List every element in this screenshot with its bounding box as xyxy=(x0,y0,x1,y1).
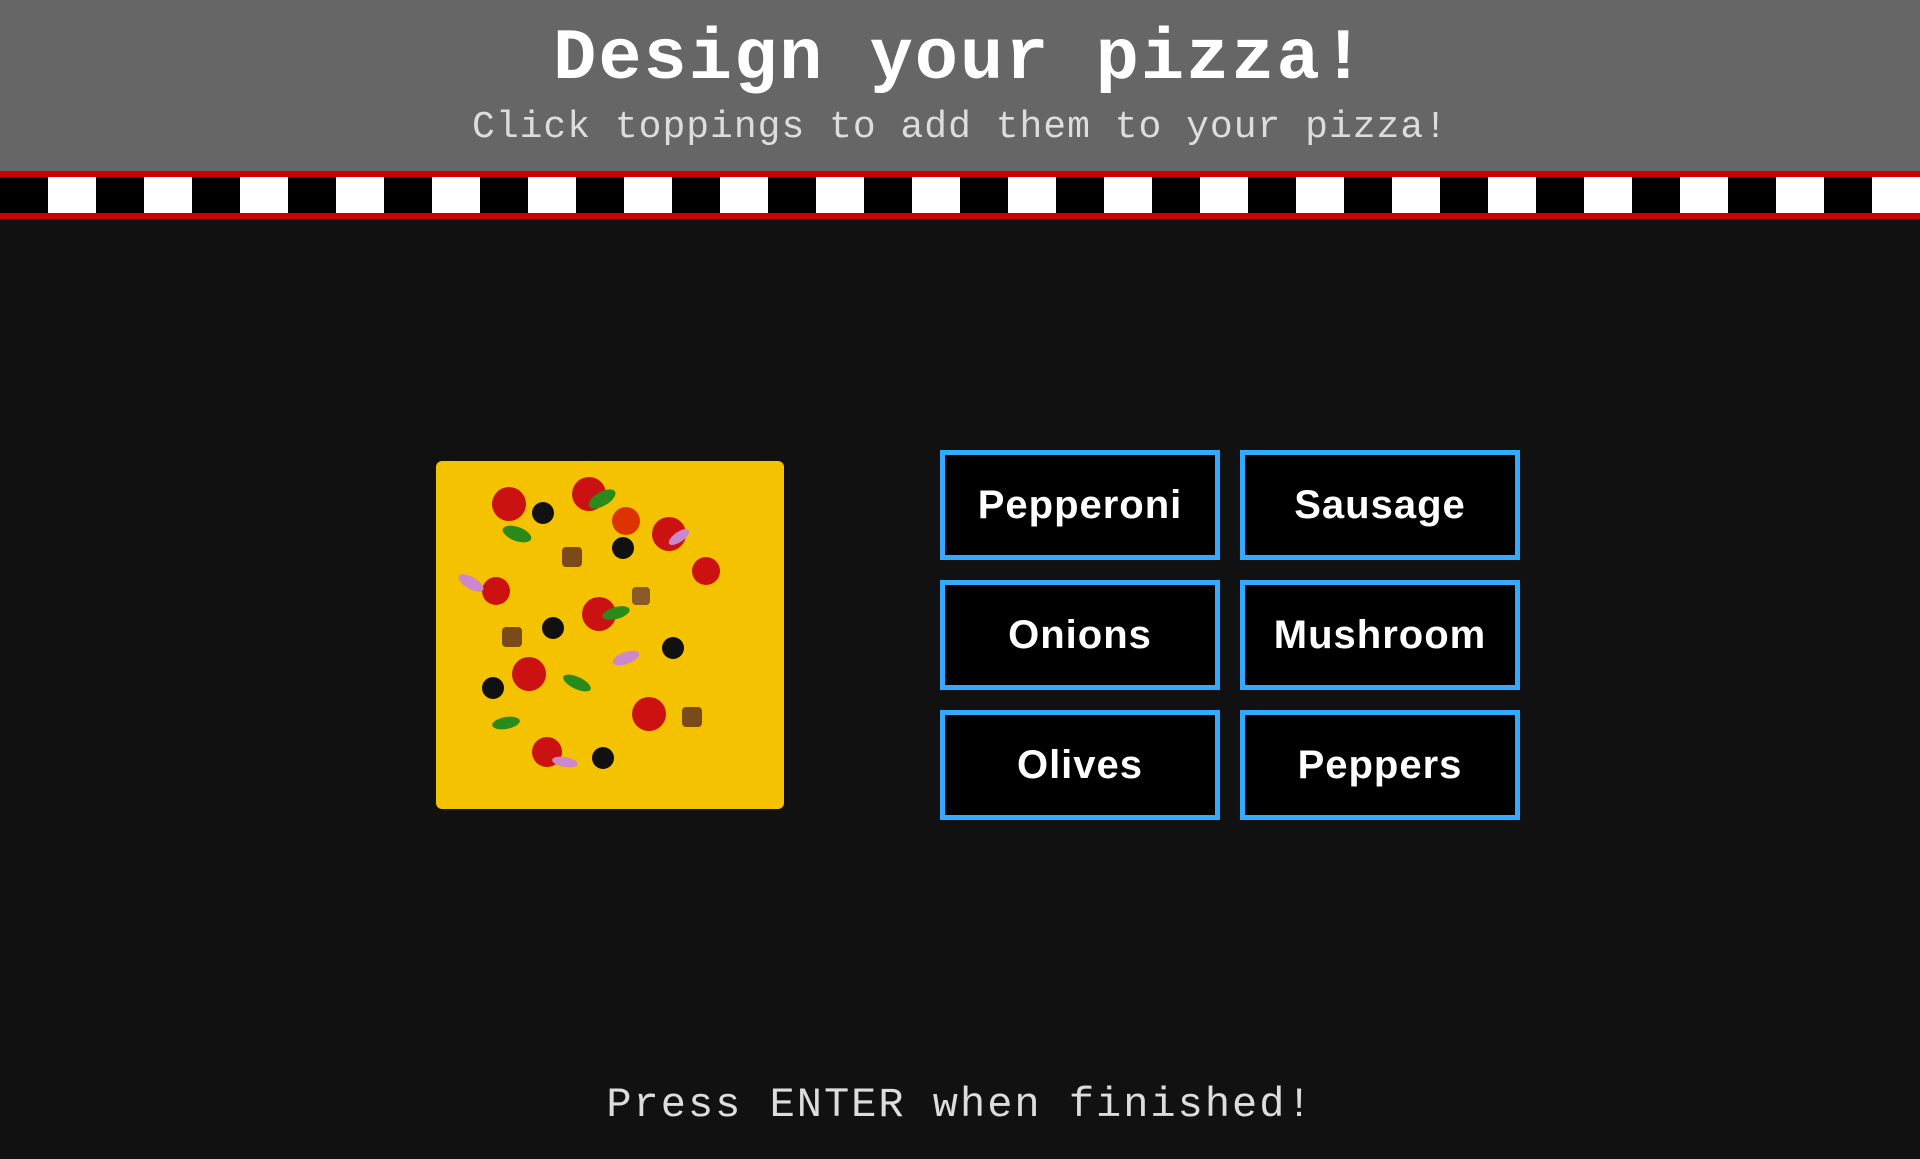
topping-mushroom xyxy=(502,627,522,647)
sausage-button[interactable]: Sausage xyxy=(1240,450,1520,560)
topping-pepper xyxy=(561,671,593,695)
checker-border xyxy=(0,171,1920,219)
pizza-pixel-art xyxy=(400,445,820,865)
footer-text: Press ENTER when finished! xyxy=(0,1081,1920,1129)
topping-dot xyxy=(482,577,510,605)
topping-mushroom xyxy=(562,547,582,567)
toppings-grid: Pepperoni Sausage Onions Mushroom Olives… xyxy=(940,450,1520,820)
topping-dot xyxy=(492,487,526,521)
topping-dot xyxy=(632,697,666,731)
topping-olive xyxy=(542,617,564,639)
topping-olive xyxy=(612,537,634,559)
topping-mushroom xyxy=(632,587,650,605)
page-subtitle: Click toppings to add them to your pizza… xyxy=(0,106,1920,149)
topping-olive xyxy=(532,502,554,524)
mushroom-button[interactable]: Mushroom xyxy=(1240,580,1520,690)
page-title: Design your pizza! xyxy=(0,18,1920,100)
topping-pepper xyxy=(501,522,534,545)
main-content: Pepperoni Sausage Onions Mushroom Olives… xyxy=(0,219,1920,1051)
header: Design your pizza! Click toppings to add… xyxy=(0,0,1920,171)
onions-button[interactable]: Onions xyxy=(940,580,1220,690)
topping-onion xyxy=(456,571,486,595)
pizza-base xyxy=(420,445,800,825)
olives-button[interactable]: Olives xyxy=(940,710,1220,820)
topping-olive xyxy=(482,677,504,699)
topping-olive xyxy=(662,637,684,659)
topping-olive xyxy=(592,747,614,769)
peppers-button[interactable]: Peppers xyxy=(1240,710,1520,820)
topping-dot xyxy=(692,557,720,585)
topping-onion xyxy=(611,648,641,669)
topping-pepper xyxy=(491,715,521,732)
topping-onion xyxy=(551,755,578,769)
topping-dot xyxy=(512,657,546,691)
pepperoni-button[interactable]: Pepperoni xyxy=(940,450,1220,560)
footer: Press ENTER when finished! xyxy=(0,1051,1920,1159)
pizza-preview xyxy=(400,425,820,845)
topping-dot xyxy=(612,507,640,535)
topping-mushroom xyxy=(682,707,702,727)
